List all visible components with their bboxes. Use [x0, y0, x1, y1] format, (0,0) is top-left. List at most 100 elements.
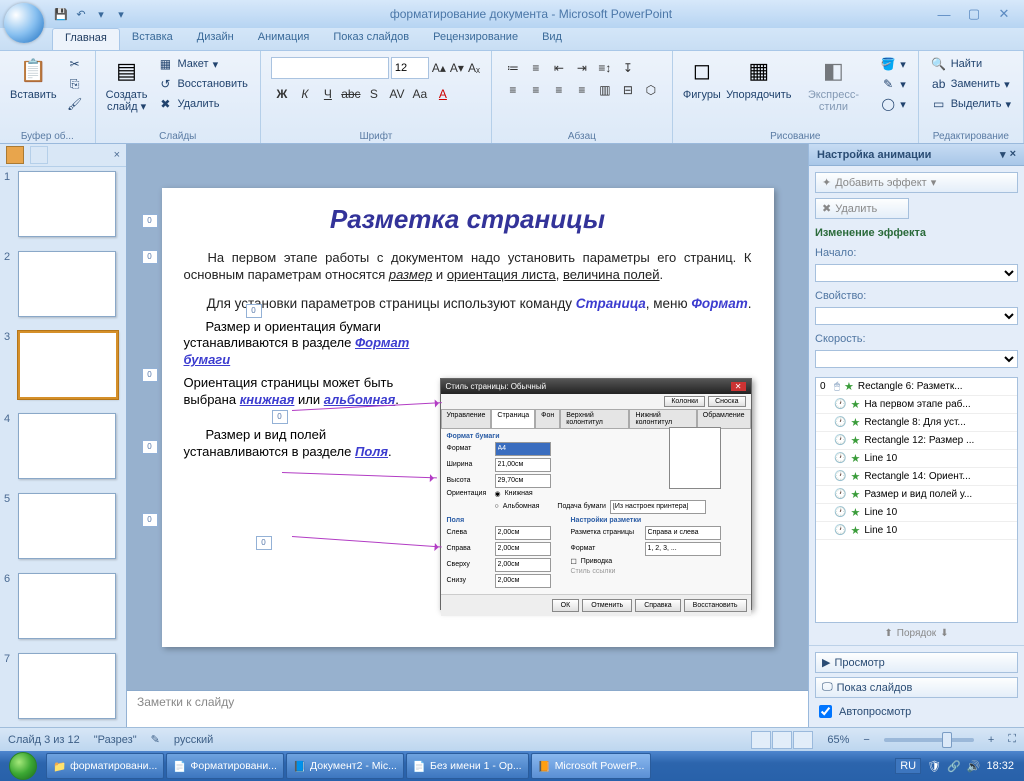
group-clipboard[interactable]: Буфер об...: [0, 130, 95, 143]
indent-dec-button[interactable]: ⇤: [548, 57, 570, 79]
align-text-button[interactable]: ⊟: [617, 79, 639, 101]
shape-effects-button[interactable]: ◯▾: [878, 95, 908, 113]
thumb-3[interactable]: 3: [0, 327, 126, 409]
thumb-2[interactable]: 2: [0, 247, 126, 327]
remove-effect-button[interactable]: ✖Удалить: [815, 198, 909, 219]
save-icon[interactable]: 💾: [52, 5, 70, 23]
zoom-in-icon[interactable]: +: [988, 734, 994, 746]
thumb-1[interactable]: 1: [0, 167, 126, 247]
close-pane-icon[interactable]: ×: [114, 149, 120, 161]
italic-button[interactable]: К: [294, 83, 316, 105]
anim-tag[interactable]: 0: [256, 536, 272, 550]
group-paragraph[interactable]: Абзац: [492, 130, 672, 143]
numbering-button[interactable]: ≡: [525, 57, 547, 79]
effect-item[interactable]: 🕐★Размер и вид полей у...: [816, 486, 1017, 504]
smartart-button[interactable]: ⬡: [640, 79, 662, 101]
panel-close-icon[interactable]: ×: [1010, 148, 1016, 161]
outline-tab-icon[interactable]: [30, 146, 48, 164]
tab-review[interactable]: Рецензирование: [421, 28, 530, 50]
start-select[interactable]: [815, 264, 1018, 282]
tab-animation[interactable]: Анимация: [246, 28, 322, 50]
underline-button[interactable]: Ч: [317, 83, 339, 105]
new-slide-button[interactable]: ▤ Создать слайд ▾: [102, 53, 152, 141]
taskbar-item[interactable]: 📄Без имени 1 - Op...: [406, 753, 529, 779]
spellcheck-icon[interactable]: ✎: [151, 733, 160, 746]
quick-styles-button[interactable]: ◧Экспресс-стили: [793, 53, 875, 141]
zoom-slider[interactable]: [884, 738, 974, 742]
font-size-select[interactable]: [391, 57, 429, 79]
minimize-icon[interactable]: —: [932, 5, 956, 23]
order-down-icon[interactable]: ⬇: [940, 628, 948, 639]
effect-item[interactable]: 0🖱★Rectangle 6: Разметк...: [816, 378, 1017, 396]
tray-volume-icon[interactable]: 🔊: [967, 760, 981, 773]
align-right-button[interactable]: ≡: [548, 79, 570, 101]
anim-tag[interactable]: 0: [142, 214, 158, 228]
redo-icon[interactable]: ▾: [92, 5, 110, 23]
property-select[interactable]: [815, 307, 1018, 325]
shape-outline-button[interactable]: ✎▾: [878, 75, 908, 93]
columns-button[interactable]: ▥: [594, 79, 616, 101]
anim-tag[interactable]: 0: [142, 250, 158, 264]
taskbar-item[interactable]: 📄Форматировани...: [166, 753, 284, 779]
strike-button[interactable]: abc: [340, 83, 362, 105]
bold-button[interactable]: Ж: [271, 83, 293, 105]
tab-slideshow[interactable]: Показ слайдов: [321, 28, 421, 50]
find-button[interactable]: 🔍Найти: [929, 55, 1013, 73]
clock[interactable]: 18:32: [986, 760, 1014, 772]
shadow-button[interactable]: S: [363, 83, 385, 105]
replace-button[interactable]: abЗаменить ▾: [929, 75, 1013, 93]
taskbar-item[interactable]: 📘Документ2 - Mic...: [286, 753, 404, 779]
zoom-out-icon[interactable]: −: [863, 734, 869, 746]
tray-shield-icon[interactable]: 🛡: [927, 760, 941, 773]
taskbar-item-active[interactable]: 📙Microsoft PowerP...: [531, 753, 652, 779]
speed-select[interactable]: [815, 350, 1018, 368]
effect-item[interactable]: 🕐★Rectangle 8: Для уст...: [816, 414, 1017, 432]
slides-tab-icon[interactable]: [6, 146, 24, 164]
format-painter-button[interactable]: 🖌: [65, 95, 85, 113]
case-button[interactable]: Aa: [409, 83, 431, 105]
taskbar-item[interactable]: 📁форматировани...: [46, 753, 164, 779]
office-button[interactable]: [4, 3, 44, 43]
effect-item[interactable]: 🕐★Line 10: [816, 522, 1017, 540]
lang-indicator[interactable]: RU: [895, 758, 921, 774]
reset-button[interactable]: ↺Восстановить: [155, 75, 249, 93]
effect-item[interactable]: 🕐★Line 10: [816, 450, 1017, 468]
anim-tag[interactable]: 0: [142, 440, 158, 454]
start-button[interactable]: [2, 751, 44, 781]
thumb-7[interactable]: 7: [0, 649, 126, 727]
thumb-5[interactable]: 5: [0, 489, 126, 569]
paste-button[interactable]: 📋 Вставить: [6, 53, 61, 141]
tray-network-icon[interactable]: 🔗: [947, 760, 961, 773]
undo-icon[interactable]: ↶: [72, 5, 90, 23]
delete-button[interactable]: ✖Удалить: [155, 95, 249, 113]
shape-fill-button[interactable]: 🪣▾: [878, 55, 908, 73]
language-indicator[interactable]: русский: [174, 734, 213, 746]
spacing-button[interactable]: AV: [386, 83, 408, 105]
effect-item[interactable]: 🕐★Line 10: [816, 504, 1017, 522]
group-slides[interactable]: Слайды: [96, 130, 260, 143]
effects-list[interactable]: 0🖱★Rectangle 6: Разметк... 🕐★На первом э…: [815, 377, 1018, 623]
order-up-icon[interactable]: ⬆: [884, 628, 892, 639]
anim-tag[interactable]: 0: [142, 368, 158, 382]
anim-tag[interactable]: 0: [246, 304, 262, 318]
thumb-6[interactable]: 6: [0, 569, 126, 649]
layout-button[interactable]: ▦Макет ▾: [155, 55, 249, 73]
preview-button[interactable]: ▶Просмотр: [815, 652, 1018, 673]
tab-home[interactable]: Главная: [52, 28, 120, 50]
slide-canvas[interactable]: Разметка страницы На первом этапе работы…: [162, 188, 774, 647]
slideshow-view-button[interactable]: [793, 731, 813, 749]
fit-window-icon[interactable]: ⛶: [1008, 733, 1016, 746]
group-font[interactable]: Шрифт: [261, 130, 491, 143]
tab-view[interactable]: Вид: [530, 28, 574, 50]
thumb-4[interactable]: 4: [0, 409, 126, 489]
effect-item[interactable]: 🕐★На первом этапе раб...: [816, 396, 1017, 414]
copy-button[interactable]: ⎘: [65, 75, 85, 93]
autopreview-checkbox[interactable]: Автопросмотр: [815, 702, 1018, 721]
align-left-button[interactable]: ≡: [502, 79, 524, 101]
group-drawing[interactable]: Рисование: [673, 130, 918, 143]
bullets-button[interactable]: ≔: [502, 57, 524, 79]
select-button[interactable]: ▭Выделить ▾: [929, 95, 1013, 113]
font-color-button[interactable]: A: [432, 83, 454, 105]
group-editing[interactable]: Редактирование: [919, 130, 1023, 143]
anim-tag[interactable]: 0: [142, 513, 158, 527]
